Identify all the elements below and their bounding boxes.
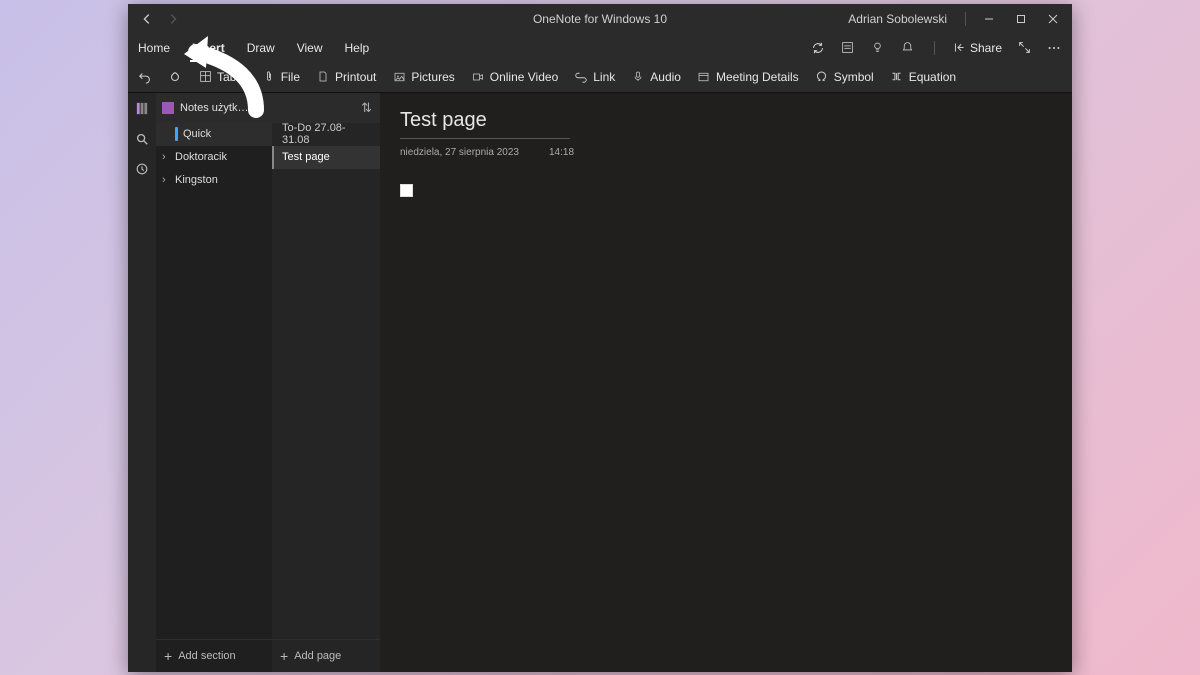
pictures-button[interactable]: Pictures [392,70,454,84]
bell-icon[interactable] [900,40,916,56]
section-quick[interactable]: Quick [156,123,272,146]
divider [965,12,966,26]
symbol-icon [815,70,829,84]
printout-icon [316,70,330,84]
more-icon[interactable] [1046,40,1062,56]
menu-view[interactable]: View [295,37,325,59]
file-button[interactable]: File [262,70,300,84]
link-icon [574,70,588,84]
audio-icon [631,70,645,84]
menu-bar: Home Insert Draw View Help Share [128,34,1072,62]
feed-icon[interactable] [840,40,856,56]
divider [934,41,935,55]
favorite-button[interactable] [168,70,182,84]
body: Notes użytkownika Adrian ⌄ Quick›Doktora… [128,93,1072,672]
share-button[interactable]: Share [953,41,1002,55]
left-rail [128,93,156,672]
ribbon-insert: Table File Printout Pictures Online Vide… [128,62,1072,93]
page-test-page[interactable]: Test page [272,146,380,169]
attachment-icon [262,70,276,84]
minimize-button[interactable] [976,8,1002,30]
pages-header: ⇅ [272,93,380,123]
undo-button[interactable] [138,70,152,84]
menu-home[interactable]: Home [136,37,172,59]
nav-arrows [128,10,192,28]
online-video-button[interactable]: Online Video [471,70,559,84]
maximize-button[interactable] [1008,8,1034,30]
menu-help[interactable]: Help [343,37,372,59]
chevron-down-icon: ⌄ [257,101,266,114]
back-button[interactable] [138,10,156,28]
page-date: niedziela, 27 sierpnia 2023 [400,147,519,158]
pages-pane: ⇅ To-Do 27.08-31.08Test page + Add page [272,93,380,672]
printout-button[interactable]: Printout [316,70,376,84]
plus-icon: + [164,649,172,663]
fullscreen-icon[interactable] [1016,40,1032,56]
page-to-do-27.08-31.08[interactable]: To-Do 27.08-31.08 [272,123,380,146]
calendar-icon [697,70,711,84]
notebook-name: Notes użytkownika Adrian [180,102,251,114]
menu-insert[interactable]: Insert [190,37,227,59]
notebook-selector[interactable]: Notes użytkownika Adrian ⌄ [156,93,272,123]
add-page-button[interactable]: + Add page [272,639,380,672]
close-button[interactable] [1040,8,1066,30]
share-label: Share [970,41,1002,55]
title-underline [400,138,570,139]
page-meta: niedziela, 27 sierpnia 2023 14:18 [400,147,1052,158]
sections-pane: Notes użytkownika Adrian ⌄ Quick›Doktora… [156,93,272,672]
equation-button[interactable]: Equation [890,70,956,84]
section-doktoracik[interactable]: ›Doktoracik [156,146,272,169]
page-time: 14:18 [549,147,574,158]
menu-draw[interactable]: Draw [245,37,277,59]
page-content[interactable]: Test page niedziela, 27 sierpnia 2023 14… [380,93,1072,672]
search-icon[interactable] [134,131,150,147]
notebook-color-icon [162,102,174,114]
page-title[interactable]: Test page [400,109,1052,132]
title-bar: OneNote for Windows 10 Adrian Sobolewski [128,4,1072,34]
pictures-icon [392,70,406,84]
table-button[interactable]: Table [198,70,246,84]
link-button[interactable]: Link [574,70,615,84]
sync-icon[interactable] [810,40,826,56]
sort-icon[interactable]: ⇅ [361,100,372,116]
meeting-details-button[interactable]: Meeting Details [697,70,799,84]
lightbulb-icon[interactable] [870,40,886,56]
recent-icon[interactable] [134,161,150,177]
user-name[interactable]: Adrian Sobolewski [840,12,955,26]
notebooks-icon[interactable] [134,101,150,117]
symbol-button[interactable]: Symbol [815,70,874,84]
onenote-window: OneNote for Windows 10 Adrian Sobolewski… [128,4,1072,672]
section-kingston[interactable]: ›Kingston [156,169,272,192]
note-body[interactable] [400,184,1052,200]
table-icon [198,70,212,84]
add-section-button[interactable]: + Add section [156,639,272,672]
plus-icon: + [280,649,288,663]
video-icon [471,70,485,84]
equation-icon [890,70,904,84]
forward-button[interactable] [164,10,182,28]
todo-checkbox[interactable] [400,184,413,197]
audio-button[interactable]: Audio [631,70,681,84]
